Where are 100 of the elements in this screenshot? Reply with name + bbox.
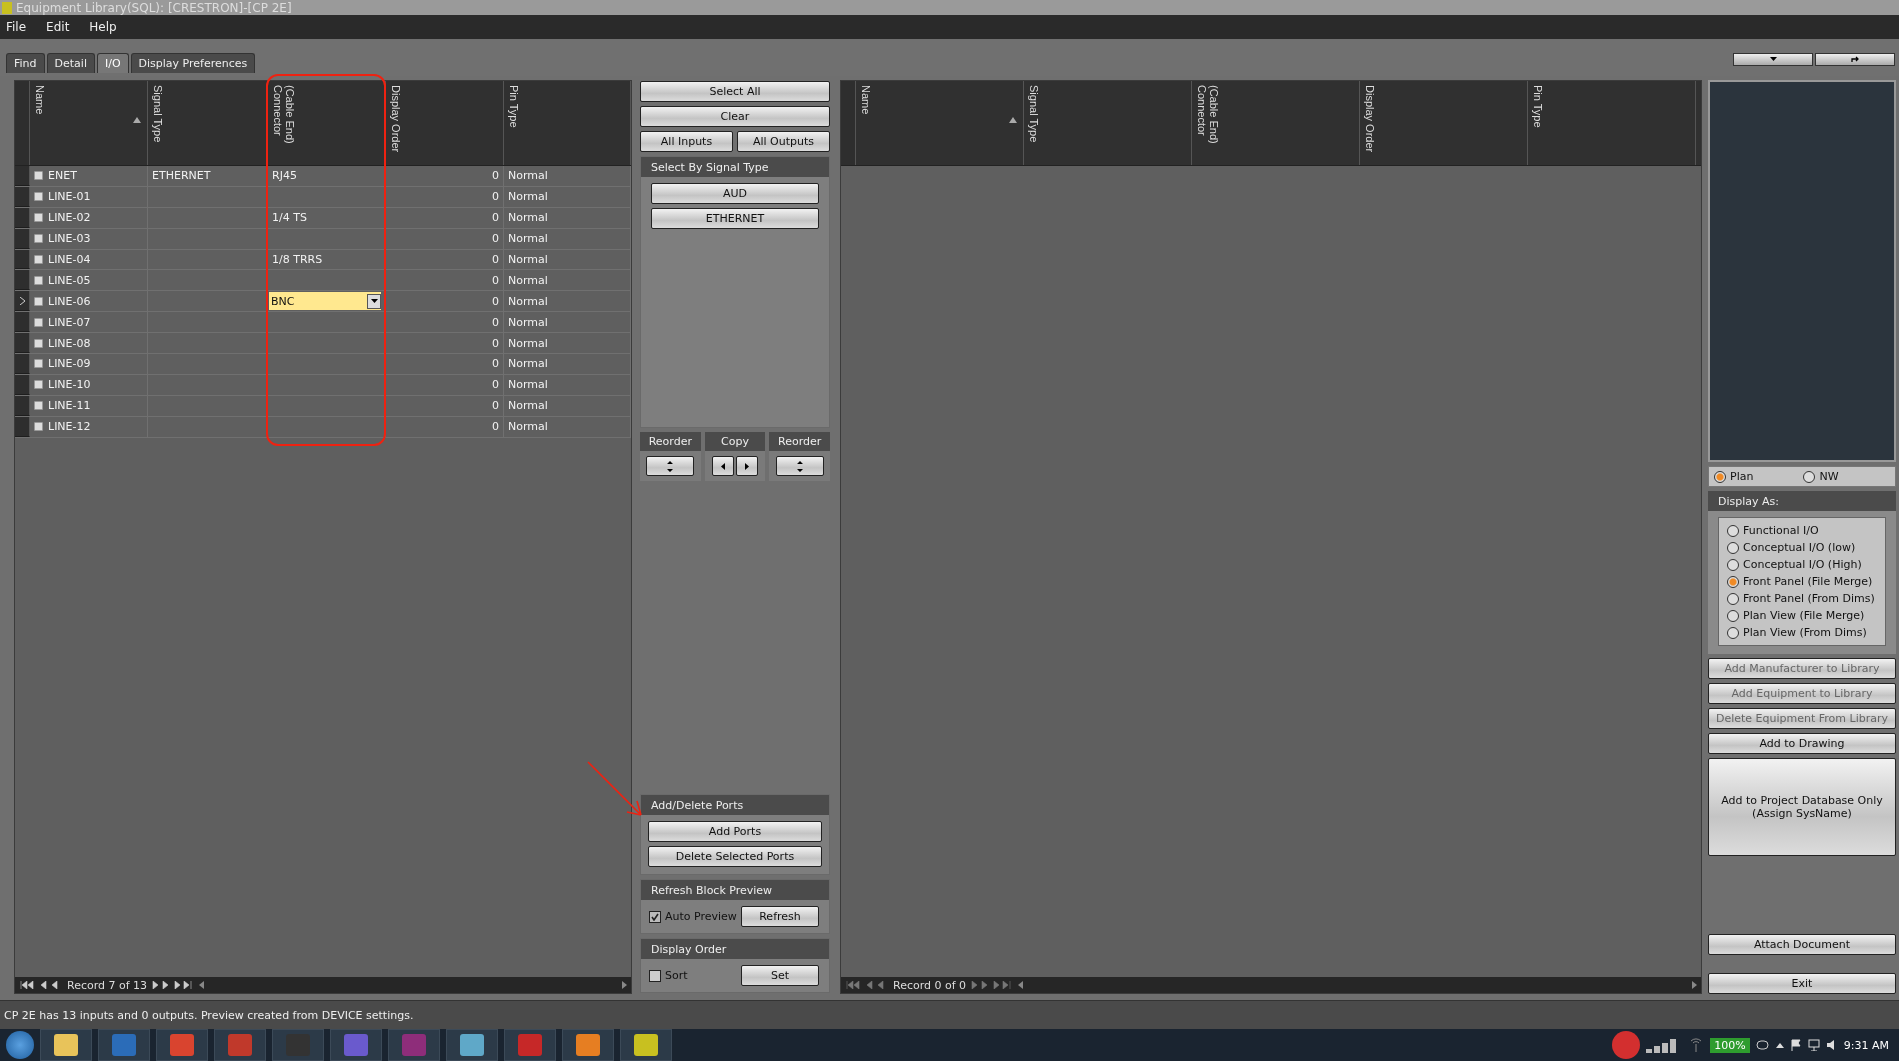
taskbar-app-icon[interactable] — [446, 1029, 498, 1061]
reorder-button[interactable] — [646, 456, 695, 476]
refresh-button[interactable]: Refresh — [741, 906, 819, 927]
table-cell: 0 — [492, 399, 499, 413]
radio-option[interactable]: Front Panel (File Merge) — [1727, 575, 1877, 588]
signal-type-button[interactable]: AUD — [651, 183, 819, 204]
column-header[interactable]: (Cable End) Connector — [1192, 81, 1360, 165]
table-cell: LINE-08 — [48, 336, 91, 350]
column-header[interactable]: (Cable End) Connector — [268, 81, 386, 165]
expand-icon[interactable] — [34, 275, 43, 285]
tab[interactable]: Detail — [46, 53, 95, 73]
table-cell: LINE-05 — [48, 273, 91, 287]
checkbox[interactable] — [649, 969, 661, 982]
set-button[interactable]: Set — [741, 965, 819, 986]
scroll-left-icon[interactable] — [199, 981, 205, 989]
radio-button[interactable] — [1714, 470, 1726, 483]
action-button[interactable]: Add to Drawing — [1708, 733, 1896, 754]
copy-left-button[interactable] — [712, 456, 734, 476]
expand-icon[interactable] — [34, 380, 43, 390]
column-header[interactable]: Pin Type — [504, 81, 631, 165]
column-header[interactable]: Signal Type — [1024, 81, 1192, 165]
exit-button[interactable]: Exit — [1708, 973, 1896, 994]
table-cell: LINE-09 — [48, 357, 91, 371]
action-button[interactable]: Delete Selected Ports — [648, 846, 822, 867]
row-indicator[interactable] — [15, 270, 30, 291]
tab[interactable]: Display Preferences — [130, 53, 256, 73]
radio-option[interactable]: NW — [1803, 470, 1839, 483]
scroll-left-icon[interactable] — [1018, 981, 1024, 989]
taskbar-app-icon[interactable] — [620, 1029, 672, 1061]
expand-icon[interactable] — [34, 296, 43, 306]
radio-button[interactable] — [1727, 626, 1739, 639]
expand-icon[interactable] — [34, 359, 43, 369]
radio-option[interactable]: Plan View (File Merge) — [1727, 609, 1877, 622]
network-icon[interactable] — [1807, 1039, 1820, 1051]
radio-option[interactable]: Conceptual I/O (High) — [1727, 558, 1877, 571]
column-header[interactable]: Display Order — [1360, 81, 1528, 165]
tray-app-icon[interactable] — [1612, 1031, 1641, 1059]
radio-option[interactable]: Plan View (From Dims) — [1727, 626, 1877, 639]
table-cell: LINE-06 — [48, 294, 91, 308]
checkbox[interactable] — [649, 910, 661, 923]
radio-option[interactable]: Plan — [1714, 470, 1754, 483]
column-header[interactable]: Pin Type — [1528, 81, 1696, 165]
attach-document-button[interactable]: Attach Document — [1708, 934, 1896, 955]
expand-icon[interactable] — [34, 171, 43, 181]
sort-checkbox[interactable]: Sort — [649, 969, 688, 982]
row-indicator[interactable] — [15, 291, 30, 312]
column-header[interactable]: Name — [30, 81, 148, 165]
radio-option[interactable]: Functional I/O — [1727, 524, 1877, 537]
radio-button[interactable] — [1727, 541, 1739, 554]
table-cell: Normal — [508, 253, 548, 266]
reorder-button[interactable] — [775, 456, 824, 476]
action-button[interactable]: All Outputs — [737, 131, 830, 152]
connector-dropdown[interactable]: BNC — [269, 292, 381, 311]
redo-button[interactable] — [1815, 52, 1895, 66]
table-cell: 0 — [492, 211, 499, 225]
expand-icon[interactable] — [34, 213, 43, 223]
add-to-database-button[interactable]: Add to Project Database Only (Assign SysName) — [1708, 758, 1896, 856]
auto-preview-checkbox[interactable]: Auto Preview — [649, 910, 737, 923]
column-header[interactable]: Signal Type — [148, 81, 268, 165]
radio-button[interactable] — [1727, 524, 1739, 537]
expand-icon[interactable] — [34, 317, 43, 327]
radio-button[interactable] — [1727, 609, 1739, 622]
taskbar-app-icon[interactable] — [40, 1029, 92, 1061]
scroll-right-icon[interactable] — [622, 981, 627, 989]
menu-item[interactable]: Edit — [46, 20, 70, 34]
expand-icon[interactable] — [34, 401, 43, 411]
expand-icon[interactable] — [34, 192, 43, 202]
radio-option[interactable]: Front Panel (From Dims) — [1727, 592, 1877, 605]
table-cell: 0 — [492, 336, 499, 350]
radio-button[interactable] — [1803, 470, 1816, 483]
action-button[interactable]: All Inputs — [640, 131, 733, 152]
expand-icon[interactable] — [34, 234, 43, 244]
radio-option[interactable]: Conceptual I/O (low) — [1727, 541, 1877, 554]
radio-button[interactable] — [1727, 575, 1739, 588]
action-button[interactable]: Add Ports — [648, 821, 822, 842]
expand-icon[interactable] — [34, 255, 43, 264]
radio-button[interactable] — [1727, 558, 1739, 571]
battery-indicator[interactable]: 100% — [1710, 1037, 1750, 1053]
signal-type-button[interactable]: ETHERNET — [651, 208, 819, 229]
menu-item[interactable]: Help — [89, 20, 117, 34]
copy-right-button[interactable] — [736, 456, 758, 476]
tab[interactable]: I/O — [96, 53, 129, 73]
row-indicator[interactable] — [15, 312, 30, 333]
menu-item[interactable]: File — [6, 20, 27, 34]
column-header[interactable]: Display Order — [386, 81, 504, 165]
action-button[interactable]: Clear — [640, 106, 830, 127]
start-button[interactable] — [6, 1031, 34, 1059]
flag-icon[interactable] — [1789, 1039, 1802, 1051]
taskbar-app-icon[interactable] — [562, 1029, 614, 1061]
radio-button[interactable] — [1727, 592, 1739, 605]
group-title: Reorder — [769, 432, 830, 451]
expand-icon[interactable] — [34, 422, 43, 432]
dropdown-button[interactable] — [1733, 52, 1813, 66]
expand-icon[interactable] — [34, 338, 43, 348]
action-button[interactable]: Select All — [640, 81, 830, 102]
scroll-right-icon[interactable] — [1692, 981, 1697, 989]
tab[interactable]: Find — [6, 53, 45, 73]
table-cell: LINE-04 — [48, 253, 91, 266]
column-header[interactable]: Name — [856, 81, 1024, 165]
show-hidden-icon[interactable] — [1775, 1042, 1784, 1048]
